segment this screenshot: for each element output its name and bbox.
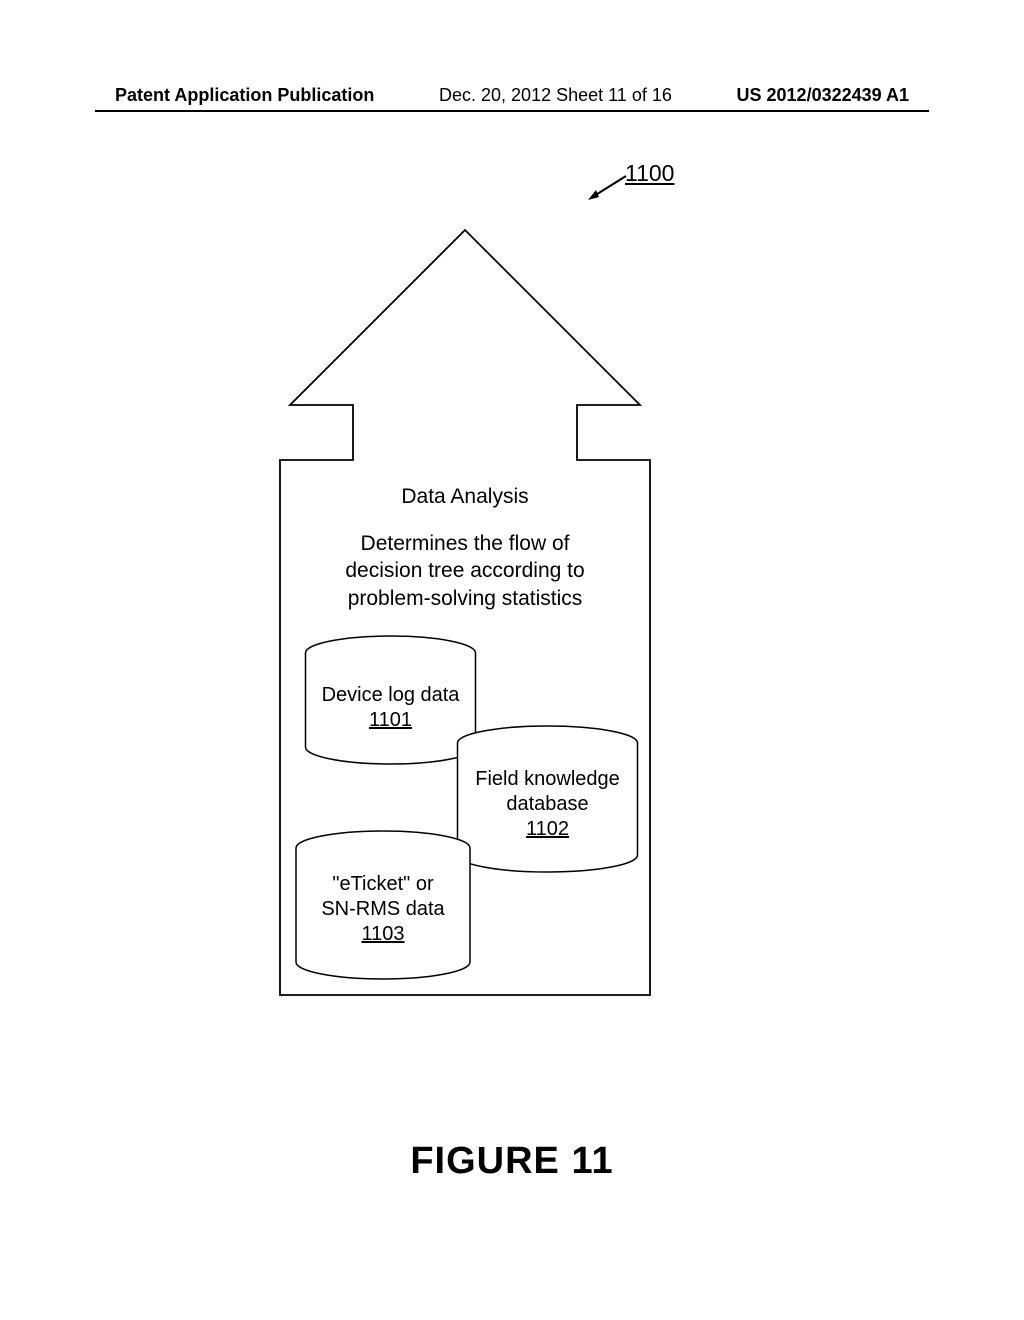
cylinder-2-label-line1: Field knowledge <box>475 768 620 790</box>
arrow-description: Determines the flow of decision tree acc… <box>255 530 675 612</box>
header-date-sheet: Dec. 20, 2012 Sheet 11 of 16 <box>439 85 672 106</box>
cylinder-field-knowledge-database: Field knowledge database 1102 <box>455 725 640 873</box>
cylinder-eticket-snrms-data: "eTicket" or SN-RMS data 1103 <box>293 830 473 980</box>
header-divider <box>95 110 929 112</box>
cylinder-2-label-line2: database <box>506 793 588 815</box>
page-header: Patent Application Publication Dec. 20, … <box>0 85 1024 106</box>
desc-line-3: problem-solving statistics <box>348 587 583 610</box>
cylinder-1-ref: 1101 <box>369 709 412 731</box>
cylinder-device-log-data: Device log data 1101 <box>303 635 478 765</box>
arrow-title: Data Analysis <box>255 485 675 509</box>
cylinder-3-label-line2: SN-RMS data <box>321 898 444 920</box>
reference-pointer-arrow <box>586 172 630 202</box>
cylinder-1-label: Device log data <box>322 684 460 706</box>
header-publication-number: US 2012/0322439 A1 <box>737 85 909 106</box>
figure-reference-number: 1100 <box>625 160 674 187</box>
figure-caption: FIGURE 11 <box>0 1140 1024 1183</box>
cylinder-2-ref: 1102 <box>526 818 569 840</box>
desc-line-1: Determines the flow of <box>361 532 570 555</box>
desc-line-2: decision tree according to <box>345 559 584 582</box>
header-publication-type: Patent Application Publication <box>115 85 374 106</box>
cylinder-3-label-line1: "eTicket" or <box>332 873 433 895</box>
figure-diagram: 1100 Data Analysis Determines the flow o… <box>0 150 1024 1020</box>
cylinder-3-ref: 1103 <box>361 923 404 945</box>
